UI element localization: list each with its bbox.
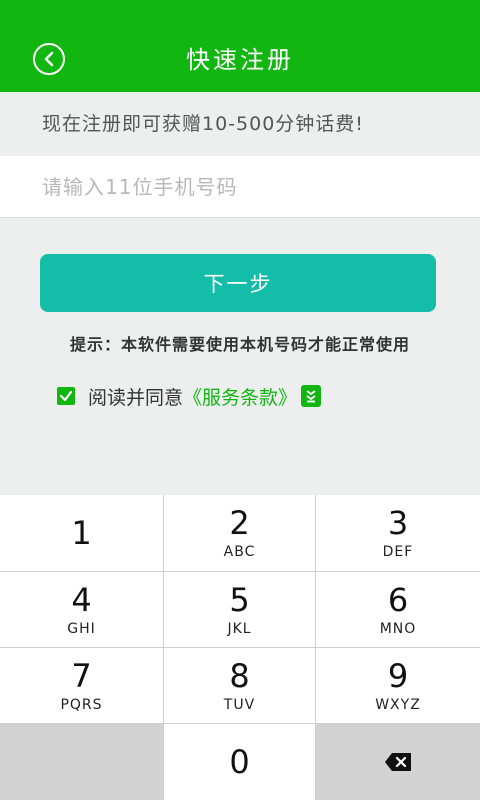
check-icon <box>59 390 73 402</box>
key-number: 5 <box>229 580 250 619</box>
agreement-row: 阅读并同意 《服务条款》 <box>57 383 322 410</box>
key-3[interactable]: 3 DEF <box>316 495 480 571</box>
key-5[interactable]: 5 JKL <box>164 572 315 647</box>
key-1[interactable]: 1 <box>0 495 163 571</box>
key-letters: PQRS <box>60 696 103 713</box>
key-blank <box>0 724 163 800</box>
key-number: 1 <box>71 514 92 552</box>
keypad-divider <box>0 723 480 724</box>
key-letters: JKL <box>227 620 252 637</box>
key-letters: MNO <box>379 620 417 637</box>
key-number: 4 <box>71 580 92 619</box>
key-6[interactable]: 6 MNO <box>316 572 480 647</box>
key-9[interactable]: 9 WXYZ <box>316 648 480 723</box>
key-letters: ABC <box>223 544 256 560</box>
app-header: 快速注册 <box>0 0 480 92</box>
key-number: 6 <box>387 580 409 619</box>
keypad-divider <box>163 495 164 800</box>
key-number: 2 <box>229 504 250 542</box>
double-chevron-down-icon[interactable] <box>301 385 322 407</box>
key-number: 0 <box>229 743 250 781</box>
agree-checkbox[interactable] <box>57 387 75 405</box>
key-letters: WXYZ <box>375 696 421 713</box>
key-number: 8 <box>229 656 250 695</box>
key-letters: TUV <box>223 696 256 713</box>
promo-text: 现在注册即可获赠10-500分钟话费! <box>42 113 364 135</box>
keypad-divider <box>315 495 316 800</box>
key-4[interactable]: 4 GHI <box>0 572 163 647</box>
phone-number-input[interactable] <box>0 156 480 217</box>
tip-text: 提示：本软件需要使用本机号码才能正常使用 <box>69 335 410 354</box>
agree-label: 阅读并同意 <box>88 386 184 409</box>
phone-field-container <box>0 156 480 218</box>
key-2[interactable]: 2 ABC <box>164 495 315 571</box>
key-letters: GHI <box>67 620 96 637</box>
key-0[interactable]: 0 <box>164 724 315 800</box>
backspace-key[interactable] <box>316 724 480 800</box>
key-8[interactable]: 8 TUV <box>164 648 315 723</box>
expand-icon <box>306 390 316 403</box>
keypad-divider <box>0 647 480 648</box>
key-number: 3 <box>387 504 409 542</box>
keypad-divider <box>0 571 480 572</box>
numeric-keypad: 1 2 ABC 3 DEF 4 GHI 5 JKL 6 MNO 7 PQRS 8… <box>0 495 480 800</box>
terms-link[interactable]: 《服务条款》 <box>183 383 297 410</box>
key-7[interactable]: 7 PQRS <box>0 648 163 723</box>
key-number: 7 <box>71 656 92 695</box>
next-step-button[interactable]: 下一步 <box>40 254 436 312</box>
key-letters: DEF <box>382 544 414 560</box>
backspace-icon <box>385 753 411 771</box>
key-number: 9 <box>387 656 409 695</box>
page-title: 快速注册 <box>186 46 294 74</box>
